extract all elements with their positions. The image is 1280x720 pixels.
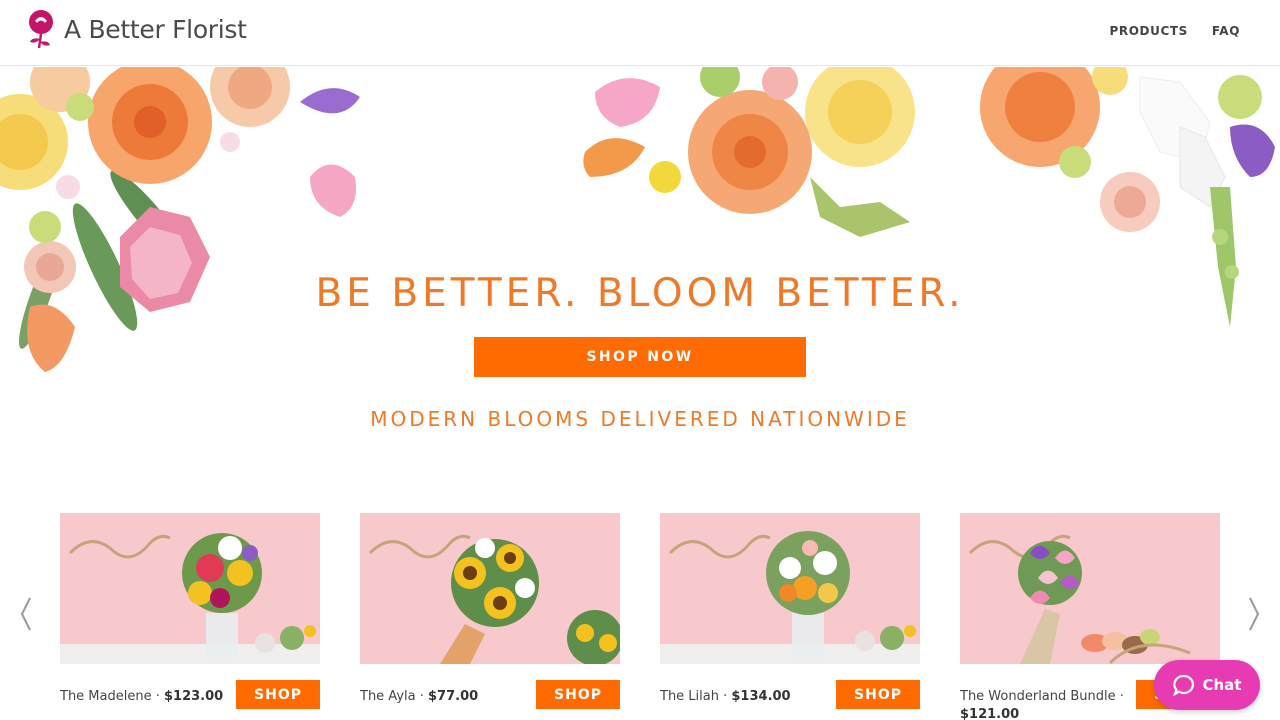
nav-products[interactable]: PRODUCTS (1110, 24, 1188, 38)
shop-button[interactable]: SHOP (536, 680, 620, 709)
product-image-wonderland-bundle[interactable] (960, 513, 1220, 664)
chat-label: Chat (1202, 676, 1242, 694)
hero-banner: BE BETTER. BLOOM BETTER. SHOP NOW MODERN… (0, 67, 1280, 487)
logo-text: A Better Florist (64, 14, 247, 44)
chevron-left-icon[interactable] (16, 594, 36, 634)
shop-button[interactable]: SHOP (236, 680, 320, 709)
rose-logo-icon (29, 10, 53, 49)
product-card[interactable]: The Lilah · $134.00 SHOP (660, 513, 920, 720)
product-card[interactable]: The Ayla · $77.00 SHOP (360, 513, 620, 720)
product-name: The Lilah · $134.00 (660, 689, 791, 704)
product-image-lilah[interactable] (660, 513, 920, 664)
shop-now-button[interactable]: SHOP NOW (474, 337, 806, 377)
chevron-right-icon[interactable] (1244, 594, 1264, 634)
main-nav: PRODUCTS FAQ (1110, 24, 1241, 38)
hero-subtitle: MODERN BLOOMS DELIVERED NATIONWIDE (370, 407, 910, 431)
product-name: The Wonderland Bundle · $121.00 (960, 689, 1124, 720)
hero-tagline: BE BETTER. BLOOM BETTER. (315, 271, 965, 316)
product-image-ayla[interactable] (360, 513, 620, 664)
product-carousel: The Madelene · $123.00 SHOP The Ayla · $… (0, 512, 1280, 720)
chat-bubble-icon (1172, 674, 1194, 696)
product-name: The Madelene · $123.00 (60, 689, 224, 704)
chat-button[interactable]: Chat (1154, 660, 1260, 710)
product-card[interactable]: The Madelene · $123.00 SHOP (60, 513, 320, 720)
product-name: The Ayla · $77.00 (360, 689, 479, 704)
shop-button[interactable]: SHOP (836, 680, 920, 709)
product-image-madelene[interactable] (60, 513, 320, 664)
nav-faq[interactable]: FAQ (1212, 24, 1240, 38)
site-header: A Better Florist PRODUCTS FAQ (0, 0, 1280, 66)
site-logo[interactable]: A Better Florist (24, 8, 247, 50)
